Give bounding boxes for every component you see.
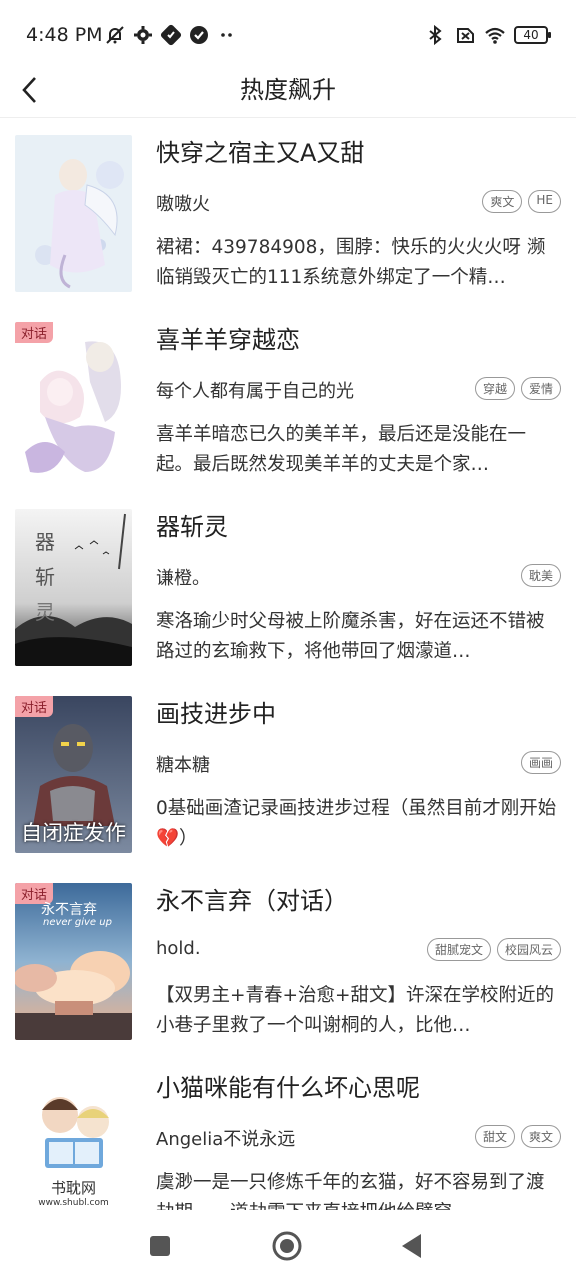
battery-indicator: 40 — [514, 26, 551, 44]
header: 热度飙升 — [0, 60, 576, 118]
list-item[interactable]: 对话 喜羊羊穿越恋 每个人都有属于自己的光 穿越 爱情 喜羊羊暗恋已久的美羊羊，… — [0, 306, 576, 493]
list-item[interactable]: 对话 自闭症发作 画技进步中 糖本糖 画画 0基础画渣记录画技进步过程（虽然目前… — [0, 680, 576, 867]
check-badge-icon — [190, 26, 208, 44]
tag[interactable]: 耽美 — [520, 564, 561, 587]
book-description: 喜羊羊暗恋已久的美羊羊，最后还是没能在一起。最后既然发现美羊羊的丈夫是个家… — [156, 424, 527, 475]
book-cover[interactable] — [15, 135, 132, 292]
home-icon — [272, 1231, 302, 1261]
wifi-icon — [485, 27, 505, 44]
cover-illustration — [15, 135, 132, 292]
list-item[interactable]: 器 斩 灵 器斩灵 谦橙。 耽美 寒洛瑜少时父母被上阶魔杀害，好在运还不错被路过… — [0, 493, 576, 680]
book-title[interactable]: 快穿之宿主又A又甜 — [156, 133, 364, 168]
book-description: 寒洛瑜少时父母被上阶魔杀害，好在运还不错被路过的玄瑜救下，将他带回了烟濛道… — [156, 611, 545, 662]
book-author: 糖本糖 — [156, 755, 210, 776]
mute-icon — [106, 26, 124, 44]
book-title[interactable]: 画技进步中 — [156, 694, 276, 729]
tag[interactable]: 甜腻宠文 — [426, 938, 491, 961]
dialog-badge: 对话 — [15, 322, 54, 343]
book-cover[interactable]: 对话 永不言弃 never give up — [15, 883, 132, 1040]
status-right-icons: 40 — [424, 24, 551, 46]
list-item[interactable]: 快穿之宿主又A又甜 嗷嗷火 爽文 HE 裙裙：439784908，围脖：快乐的火… — [0, 119, 576, 306]
svg-text:器: 器 — [35, 530, 55, 554]
book-author: 嗷嗷火 — [156, 194, 210, 215]
app-notification-icon — [160, 24, 182, 46]
tag-list: 画画 — [520, 751, 561, 774]
page-title: 热度飙升 — [240, 76, 336, 104]
settings-gear-icon — [134, 26, 152, 44]
cover-subtitle-text: never give up — [43, 917, 112, 928]
book-title[interactable]: 永不言弃（对话） — [156, 881, 348, 916]
book-title[interactable]: 喜羊羊穿越恋 — [156, 320, 300, 355]
book-author: 谦橙。 — [156, 568, 210, 589]
book-author: hold. — [156, 938, 201, 959]
system-nav-bar — [0, 1210, 576, 1280]
book-cover[interactable]: 书耽网 www.shubl.com — [15, 1070, 132, 1227]
tag-list: 甜文 爽文 — [474, 1125, 561, 1148]
recent-apps-button[interactable] — [144, 1230, 176, 1262]
book-author: Angelia不说永远 — [156, 1129, 296, 1150]
back-nav-icon — [402, 1234, 421, 1258]
status-time: 4:48 PM — [26, 24, 103, 46]
tag[interactable]: HE — [528, 190, 561, 213]
book-title[interactable]: 小猫咪能有什么坏心思呢 — [156, 1068, 420, 1103]
tag[interactable]: 画画 — [520, 751, 561, 774]
book-description: 0基础画渣记录画技进步过程（虽然目前才刚开始💔） — [156, 798, 557, 849]
tag[interactable]: 爽文 — [482, 190, 523, 213]
svg-text:灵: 灵 — [35, 600, 55, 624]
book-cover[interactable]: 对话 自闭症发作 — [15, 696, 132, 853]
tag[interactable]: 甜文 — [474, 1125, 515, 1148]
back-nav-button[interactable] — [396, 1230, 428, 1262]
book-title[interactable]: 器斩灵 — [156, 507, 228, 542]
book-author: 每个人都有属于自己的光 — [156, 381, 354, 402]
recent-apps-icon — [150, 1236, 170, 1256]
tag[interactable]: 穿越 — [474, 377, 515, 400]
home-button[interactable] — [271, 1230, 303, 1262]
cover-illustration — [15, 322, 132, 479]
status-left-icons — [104, 24, 238, 46]
dialog-badge: 对话 — [15, 696, 54, 717]
book-list: 快穿之宿主又A又甜 嗷嗷火 爽文 HE 裙裙：439784908，围脖：快乐的火… — [0, 119, 576, 1241]
tag-list: 耽美 — [520, 564, 561, 587]
no-sim-icon — [457, 28, 474, 43]
cover-site-url: www.shubl.com — [38, 1198, 109, 1208]
book-cover[interactable]: 对话 — [15, 322, 132, 479]
book-description: 【双男主+青春+治愈+甜文】许深在学校附近的小巷子里救了一个叫谢桐的人，比他… — [156, 985, 555, 1036]
tag[interactable]: 校园风云 — [496, 938, 561, 961]
book-cover[interactable]: 器 斩 灵 — [15, 509, 132, 666]
tag-list: 穿越 爱情 — [474, 377, 561, 400]
cover-illustration: 器 斩 灵 — [15, 509, 132, 666]
book-description: 裙裙：439784908，围脖：快乐的火火火呀 濒临销毁灭亡的111系统意外绑定… — [156, 237, 546, 288]
cover-caption: 自闭症发作 — [21, 821, 126, 845]
cover-site-name: 书耽网 — [50, 1179, 96, 1197]
bluetooth-icon — [429, 24, 442, 46]
tag[interactable]: 爱情 — [520, 377, 561, 400]
cover-title-text: 永不言弃 — [41, 902, 97, 918]
svg-text:斩: 斩 — [35, 565, 55, 589]
tag[interactable]: 爽文 — [520, 1125, 561, 1148]
tag-list: 爽文 HE — [482, 190, 561, 213]
tag-list: 甜腻宠文 校园风云 — [426, 938, 561, 961]
more-dots-icon — [221, 33, 232, 37]
list-item[interactable]: 对话 永不言弃 never give up 永不言弃（对话） hold. 甜腻宠… — [0, 867, 576, 1054]
